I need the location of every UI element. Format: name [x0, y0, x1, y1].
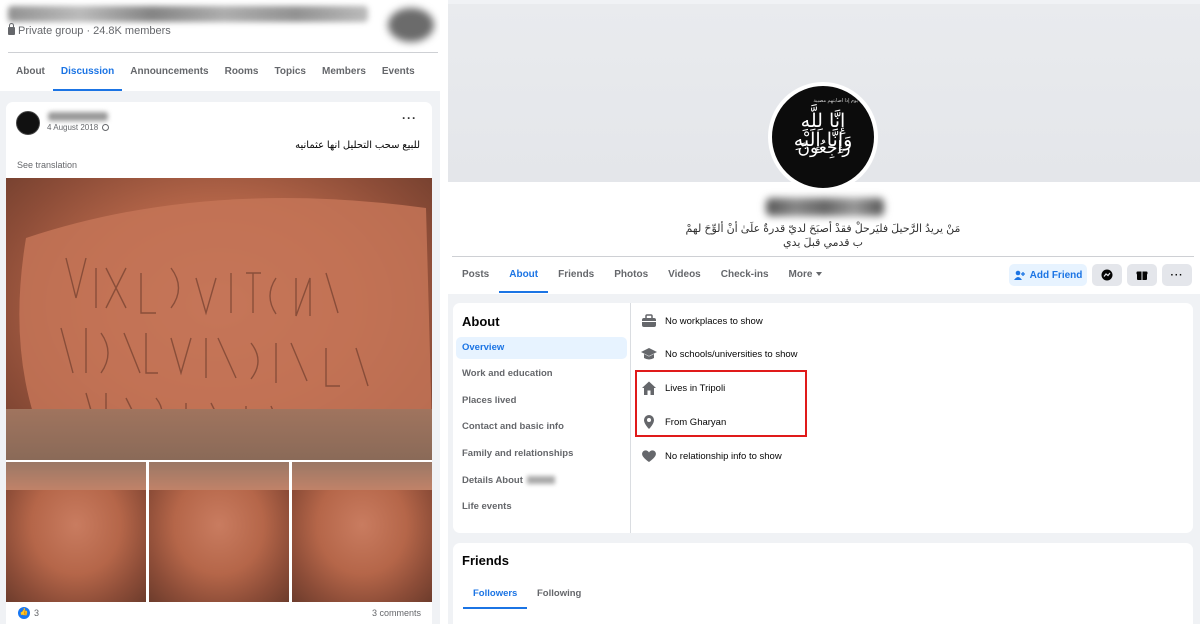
about-card: About Overview Work and education Places…	[453, 303, 1193, 533]
post-meta: 4 August 2018	[47, 123, 110, 132]
graduation-cap-icon	[641, 348, 657, 360]
member-count: 24.8K members	[93, 25, 171, 37]
info-row-education: No schools/universities to show	[641, 344, 798, 364]
about-nav-places-lived[interactable]: Places lived	[456, 390, 627, 412]
like-icon: 👍	[18, 607, 30, 619]
tab-announcements[interactable]: Announcements	[122, 53, 216, 91]
tab-more[interactable]: More	[779, 257, 833, 293]
about-nav-family[interactable]: Family and relationships	[456, 443, 627, 465]
profile-tabs: Posts About Friends Photos Videos Check-…	[452, 257, 832, 293]
tab-members[interactable]: Members	[314, 53, 374, 91]
blurred-name	[526, 476, 555, 484]
post-photo-thumb[interactable]	[6, 462, 146, 602]
tab-about[interactable]: About	[8, 53, 53, 91]
author-name-blurred[interactable]	[48, 112, 108, 121]
briefcase-icon	[642, 314, 656, 327]
heart-icon	[642, 450, 656, 462]
group-title-blurred	[8, 6, 368, 22]
tab-about[interactable]: About	[499, 257, 549, 293]
comments-count[interactable]: 3 comments	[372, 608, 421, 618]
about-nav-details[interactable]: Details About	[456, 470, 627, 492]
info-row-relationship: No relationship info to show	[641, 446, 782, 466]
caret-down-icon	[816, 272, 823, 276]
friends-title: Friends	[462, 553, 509, 568]
group-tabs: About Discussion Announcements Rooms Top…	[0, 53, 440, 91]
more-dots-icon: ···	[1170, 269, 1184, 281]
avatar-caption: يوم إذا أصابتهم مصيبة	[813, 98, 858, 104]
tab-rooms[interactable]: Rooms	[217, 53, 267, 91]
tab-topics[interactable]: Topics	[267, 53, 314, 91]
reactions-count: 3	[34, 608, 40, 618]
profile-bio-line1: مَنْ يريدُ الرَّحيلَ فليَرحلْ فقدْ أصبَح…	[685, 223, 961, 235]
add-friend-button[interactable]: Add Friend	[1009, 264, 1087, 286]
messenger-icon	[1101, 269, 1113, 281]
about-nav-overview[interactable]: Overview	[456, 337, 627, 359]
about-title: About	[462, 314, 500, 329]
post-card: 4 August 2018 ··· للبيع سحب التحليل انها…	[6, 102, 432, 624]
tab-discussion[interactable]: Discussion	[52, 53, 123, 91]
info-row-work: No workplaces to show	[641, 311, 763, 331]
gift-button[interactable]	[1127, 264, 1157, 286]
messenger-button[interactable]	[1092, 264, 1122, 286]
privacy-label: Private group	[18, 25, 84, 37]
tab-followers[interactable]: Followers	[463, 581, 528, 609]
avatar-calligraphy-line2: رَاجِعُونَ	[797, 138, 851, 158]
tab-events[interactable]: Events	[374, 53, 423, 91]
profile-avatar[interactable]: يوم إذا أصابتهم مصيبة إِنَّا لِلَّهِ وَإ…	[768, 82, 878, 192]
tab-posts[interactable]: Posts	[452, 257, 499, 293]
tab-following[interactable]: Following	[527, 581, 591, 609]
profile-bio-line2: ب قدمي قبلَ يدي	[783, 237, 863, 249]
profile-name-blurred	[766, 198, 884, 216]
author-avatar[interactable]	[16, 111, 40, 135]
friends-card: Friends Followers Following	[453, 543, 1193, 624]
group-post-panel: Private group · 24.8K members About Disc…	[0, 0, 440, 624]
post-text: للبيع سحب التحليل انها عثمانيه	[295, 140, 420, 151]
more-options-button[interactable]: ···	[1162, 264, 1192, 286]
about-nav-life-events[interactable]: Life events	[456, 496, 627, 518]
post-photo-main[interactable]	[6, 178, 432, 460]
about-sidebar: About Overview Work and education Places…	[453, 303, 631, 533]
post-photo-thumb[interactable]	[292, 462, 432, 602]
red-highlight-box	[635, 370, 807, 437]
see-translation-link[interactable]: See translation	[17, 160, 77, 170]
group-avatar-blurred	[388, 8, 434, 42]
tab-more-label: More	[788, 269, 813, 280]
tab-friends[interactable]: Friends	[548, 257, 604, 293]
gift-icon	[1136, 271, 1148, 281]
more-options-icon[interactable]: ···	[402, 111, 417, 125]
about-nav-details-label: Details About	[462, 475, 523, 486]
post-date[interactable]: 4 August 2018	[47, 123, 98, 132]
about-nav-work-education[interactable]: Work and education	[456, 363, 627, 385]
add-friend-label: Add Friend	[1029, 269, 1083, 281]
group-privacy: Private group · 24.8K members	[8, 23, 171, 37]
tab-videos[interactable]: Videos	[658, 257, 711, 293]
tab-check-ins[interactable]: Check-ins	[711, 257, 779, 293]
group-header: Private group · 24.8K members	[0, 0, 440, 54]
about-nav-contact-info[interactable]: Contact and basic info	[456, 416, 627, 438]
profile-panel: يوم إذا أصابتهم مصيبة إِنَّا لِلَّهِ وَإ…	[448, 0, 1200, 624]
info-work-text: No workplaces to show	[665, 315, 763, 327]
add-friend-icon	[1013, 270, 1025, 280]
info-relationship-text: No relationship info to show	[665, 450, 782, 462]
post-photo-thumb[interactable]	[149, 462, 289, 602]
tab-photos[interactable]: Photos	[604, 257, 658, 293]
info-education-text: No schools/universities to show	[665, 348, 798, 360]
lock-icon	[8, 23, 15, 35]
reactions-summary[interactable]: 👍 3	[18, 607, 39, 619]
globe-icon	[102, 124, 110, 131]
